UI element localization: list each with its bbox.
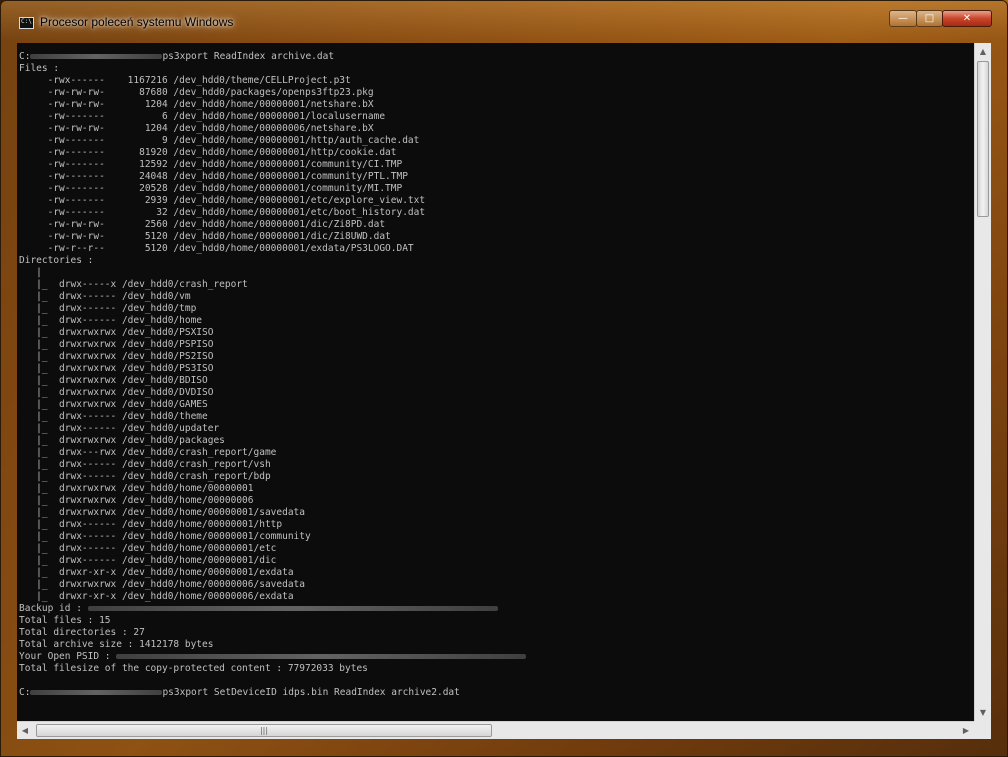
file-entry: -rw------- 2939 /dev_hdd0/home/00000001/… <box>19 195 426 206</box>
vertical-scroll-thumb[interactable] <box>977 61 989 217</box>
console-text: C: ps3xport ReadIndex archive.dat Files : … <box>17 43 974 699</box>
window-title: Procesor poleceń systemu Windows <box>40 15 234 29</box>
title-bar[interactable]: C:\. Procesor poleceń systemu Windows — … <box>1 1 1007 35</box>
directory-entry: |_ drwx------ /dev_hdd0/crash_report/vsh <box>19 459 271 470</box>
file-entry: -rw------- 20528 /dev_hdd0/home/00000001… <box>19 183 403 194</box>
directory-entry: |_ drwxr-xr-x /dev_hdd0/home/00000006/ex… <box>19 591 294 602</box>
scroll-left-icon[interactable]: ◀ <box>17 722 33 739</box>
directory-entry: |_ drwx------ /dev_hdd0/home/00000001/co… <box>19 531 311 542</box>
directory-entry: |_ drwx------ /dev_hdd0/home/00000001/et… <box>19 543 277 554</box>
directory-entry: |_ drwx------ /dev_hdd0/tmp <box>19 303 197 314</box>
directory-entry: |_ drwx-----x /dev_hdd0/crash_report <box>19 279 248 290</box>
console-window: C:\. Procesor poleceń systemu Windows — … <box>0 0 1008 757</box>
directory-entry: |_ drwxrwxrwx /dev_hdd0/PSPISO <box>19 339 214 350</box>
close-button[interactable]: ✕ <box>942 10 992 27</box>
total-directories-line: Total directories : 27 <box>19 627 145 638</box>
directory-entry: |_ drwxrwxrwx /dev_hdd0/home/00000001 <box>19 483 254 494</box>
directory-entry: |_ drwx------ /dev_hdd0/crash_report/bdp <box>19 471 271 482</box>
total-files-line: Total files : 15 <box>19 615 111 626</box>
directory-entry: |_ drwxrwxrwx /dev_hdd0/home/00000006 <box>19 495 254 506</box>
scrollbar-corner <box>974 721 991 739</box>
file-entry: -rw------- 6 /dev_hdd0/home/00000001/loc… <box>19 111 386 122</box>
minimize-button[interactable]: — <box>889 10 917 27</box>
directory-entry: |_ drwx------ /dev_hdd0/home <box>19 315 203 326</box>
directory-entry: |_ drwx------ /dev_hdd0/theme <box>19 411 208 422</box>
file-entry: -rw-rw-rw- 87680 /dev_hdd0/packages/open… <box>19 87 374 98</box>
file-entry: -rw------- 12592 /dev_hdd0/home/00000001… <box>19 159 403 170</box>
console-output[interactable]: C: ps3xport ReadIndex archive.dat Files : … <box>17 43 974 721</box>
scroll-right-icon[interactable]: ▶ <box>958 722 974 739</box>
directory-entry: |_ drwxrwxrwx /dev_hdd0/packages <box>19 435 225 446</box>
directory-entry: |_ drwxrwxrwx /dev_hdd0/PS3ISO <box>19 363 214 374</box>
scroll-down-icon[interactable]: ▼ <box>975 704 991 721</box>
file-entry: -rw------- 9 /dev_hdd0/home/00000001/htt… <box>19 135 420 146</box>
directory-entry: |_ drwxrwxrwx /dev_hdd0/PS2ISO <box>19 351 214 362</box>
directory-entry: |_ drwxrwxrwx /dev_hdd0/DVDISO <box>19 387 214 398</box>
file-entry: -rw------- 32 /dev_hdd0/home/00000001/et… <box>19 207 426 218</box>
file-entry: -rw-rw-rw- 1204 /dev_hdd0/home/00000006/… <box>19 123 374 134</box>
directory-entry: |_ drwx------ /dev_hdd0/vm <box>19 291 191 302</box>
directory-entry: |_ drwxrwxrwx /dev_hdd0/home/00000001/sa… <box>19 507 305 518</box>
cmd-icon[interactable]: C:\. <box>19 17 35 29</box>
scroll-up-icon[interactable]: ▲ <box>975 43 991 60</box>
file-entry: -rw-rw-rw- 2560 /dev_hdd0/home/00000001/… <box>19 219 386 230</box>
directory-entry: |_ drwx------ /dev_hdd0/home/00000001/di… <box>19 555 277 566</box>
file-entry: -rw-rw-rw- 5120 /dev_hdd0/home/00000001/… <box>19 231 391 242</box>
backup-id-line: Backup id : <box>19 603 974 615</box>
directory-entry: |_ drwxr-xr-x /dev_hdd0/home/00000001/ex… <box>19 567 294 578</box>
redacted-text <box>30 690 163 695</box>
directories-header: Directories : <box>19 255 94 266</box>
redacted-text <box>116 654 527 659</box>
file-entry: -rw-r--r-- 5120 /dev_hdd0/home/00000001/… <box>19 243 414 254</box>
file-entry: -rw------- 81920 /dev_hdd0/home/00000001… <box>19 147 397 158</box>
files-header: Files : <box>19 63 60 74</box>
directory-entry: |_ drwxrwxrwx /dev_hdd0/BDISO <box>19 375 208 386</box>
directory-entry: |_ drwxrwxrwx /dev_hdd0/PSXISO <box>19 327 214 338</box>
file-entry: -rw------- 24048 /dev_hdd0/home/00000001… <box>19 171 408 182</box>
directory-entry: |_ drwx------ /dev_hdd0/updater <box>19 423 220 434</box>
horizontal-scrollbar[interactable]: ◀ ||| ▶ <box>17 721 974 739</box>
file-entry: -rw-rw-rw- 1204 /dev_hdd0/home/00000001/… <box>19 99 374 110</box>
copy-protected-line: Total filesize of the copy-protected con… <box>19 663 368 674</box>
prompt-line: C: ps3xport ReadIndex archive.dat <box>19 51 335 62</box>
redacted-text <box>87 606 498 611</box>
total-archive-size-line: Total archive size : 1412178 bytes <box>19 639 214 650</box>
directory-entry: |_ drwx------ /dev_hdd0/home/00000001/ht… <box>19 519 283 530</box>
open-psid-line: Your Open PSID : <box>19 651 974 663</box>
maximize-button[interactable]: □ <box>916 10 943 27</box>
file-entry: -rwx------ 1167216 /dev_hdd0/theme/CELLP… <box>19 75 351 86</box>
vertical-scrollbar[interactable]: ▲ ▼ <box>974 43 991 721</box>
prompt-line: C: ps3xport SetDeviceID idps.bin ReadInde… <box>19 687 460 698</box>
directory-entry: |_ drwx---rwx /dev_hdd0/crash_report/gam… <box>19 447 277 458</box>
horizontal-scroll-thumb[interactable]: ||| <box>36 724 492 737</box>
directory-entry: |_ drwxrwxrwx /dev_hdd0/home/00000006/sa… <box>19 579 305 590</box>
directory-entry: |_ drwxrwxrwx /dev_hdd0/GAMES <box>19 399 208 410</box>
redacted-text <box>30 54 163 59</box>
tree-root: | <box>19 267 42 278</box>
